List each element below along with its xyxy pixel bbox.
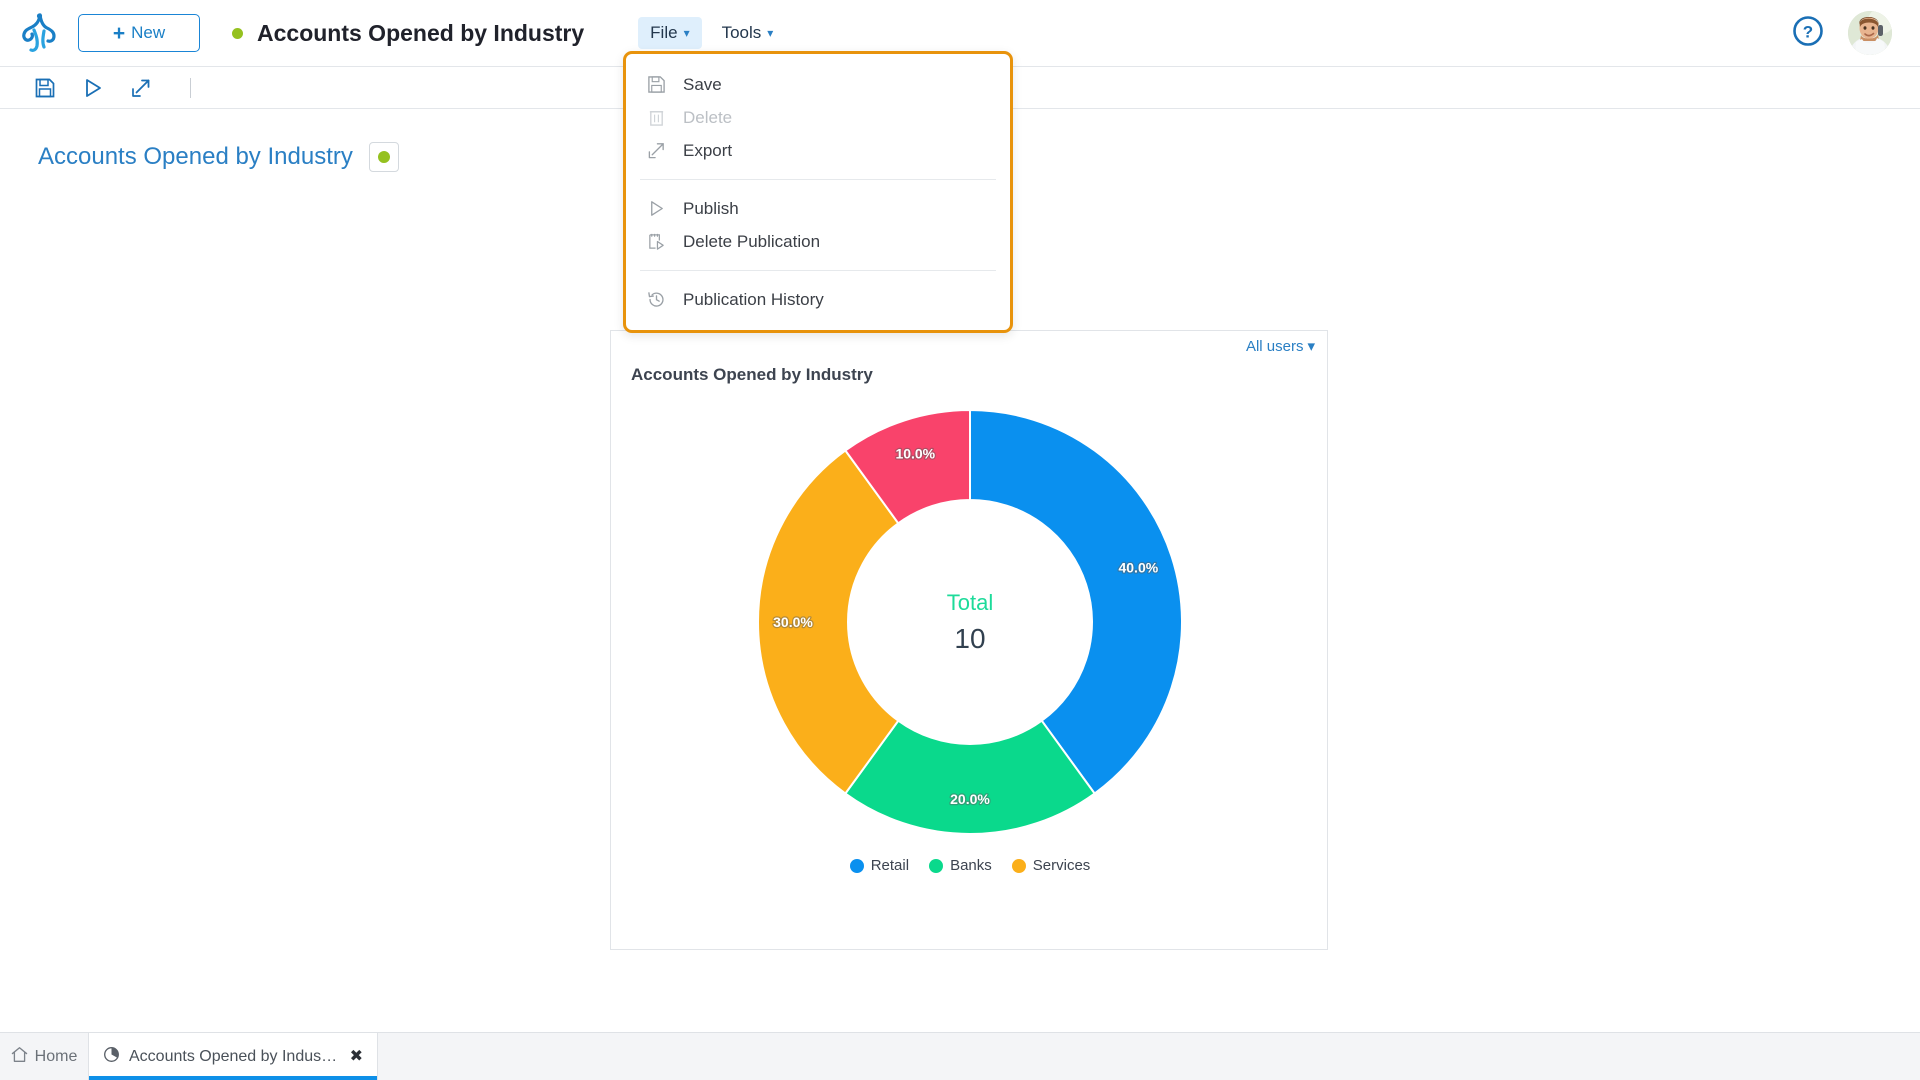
plus-icon: + (113, 23, 125, 44)
legend-color-dot (1012, 859, 1026, 873)
close-icon[interactable]: ✖ (350, 1049, 363, 1065)
menu-item-delete-label: Delete (683, 108, 732, 128)
chevron-down-icon: ▾ (767, 26, 773, 40)
file-menu-dropdown: Save Delete (623, 51, 1013, 333)
menu-item-save[interactable]: Save (626, 68, 1010, 101)
slice-percent-label: 20.0% (950, 791, 990, 807)
menu-item-delete-publication-label: Delete Publication (683, 232, 820, 252)
document-title: Accounts Opened by Industry (257, 20, 584, 47)
legend-item[interactable]: Services (1012, 857, 1091, 874)
menu-divider (640, 179, 996, 180)
page-title-row: Accounts Opened by Industry (38, 142, 399, 172)
slice-percent-label: 30.0% (773, 614, 813, 630)
home-icon (11, 1046, 28, 1068)
new-button-label: New (131, 23, 165, 43)
app-logo[interactable] (0, 13, 78, 53)
legend-item[interactable]: Banks (929, 857, 992, 874)
menu-item-delete-publication[interactable]: Delete Publication (626, 225, 1010, 258)
menu-item-publication-history-label: Publication History (683, 290, 824, 310)
file-menu-group-publication: Publish Delete Publication (626, 188, 1010, 262)
document-status-dot (232, 28, 243, 39)
file-menu-group-history: Publication History (626, 279, 1010, 320)
menu-item-export-label: Export (683, 141, 732, 161)
legend-label: Services (1033, 857, 1091, 874)
chart-panel-toolbar: All users ▾ (611, 331, 1327, 361)
all-users-label: All users (1246, 338, 1304, 355)
donut-svg[interactable]: 40.0% 20.0% 30.0% 10.0% Total 10 (620, 385, 1320, 855)
save-icon[interactable] (34, 77, 56, 99)
chevron-down-icon: ▾ (1307, 337, 1315, 355)
status-badge[interactable] (369, 142, 399, 172)
file-menu-group-document: Save Delete (626, 64, 1010, 171)
taskbar: Home Accounts Opened by Industry (MyA… ✖ (0, 1032, 1920, 1080)
donut-center-label: Total (947, 590, 993, 615)
menu-divider (640, 270, 996, 271)
legend-label: Retail (871, 857, 909, 874)
menu-file[interactable]: File ▾ (638, 17, 701, 49)
new-button[interactable]: + New (78, 14, 200, 52)
legend-color-dot (929, 859, 943, 873)
chart-area: 40.0% 20.0% 30.0% 10.0% Total 10 Retail Banks S… (611, 385, 1329, 905)
donut-chart: 40.0% 20.0% 30.0% 10.0% Total 10 (611, 385, 1329, 865)
toolbar-separator (190, 78, 191, 98)
menu-item-save-label: Save (683, 75, 722, 95)
floppy-disk-icon (646, 74, 667, 95)
legend-item[interactable]: Retail (850, 857, 909, 874)
pie-chart-icon (103, 1046, 120, 1068)
export-arrow-icon (646, 140, 667, 161)
chart-legend: Retail Banks Services (611, 857, 1329, 874)
slice-percent-label: 40.0% (1118, 559, 1158, 575)
menu-item-delete[interactable]: Delete (626, 101, 1010, 134)
top-bar-right: ? (1792, 11, 1920, 55)
menu-item-publication-history[interactable]: Publication History (626, 283, 1010, 316)
menu-item-export[interactable]: Export (626, 134, 1010, 167)
history-clock-icon (646, 289, 667, 310)
chevron-down-icon: ▾ (684, 26, 690, 40)
legend-label: Banks (950, 857, 992, 874)
frog-logo-icon (20, 13, 58, 53)
menu-item-publish[interactable]: Publish (626, 192, 1010, 225)
menu-tools-label: Tools (722, 23, 762, 43)
trash-icon (646, 107, 667, 128)
export-icon[interactable] (130, 77, 152, 99)
donut-center-value: 10 (954, 623, 985, 654)
slice-percent-label: 10.0% (895, 446, 935, 462)
taskbar-home-button[interactable]: Home (0, 1033, 88, 1080)
legend-color-dot (850, 859, 864, 873)
run-icon[interactable] (82, 77, 104, 99)
user-avatar[interactable] (1848, 11, 1892, 55)
help-circle-icon[interactable]: ? (1792, 15, 1824, 52)
menu-item-publish-label: Publish (683, 199, 739, 219)
taskbar-tab-active[interactable]: Accounts Opened by Industry (MyA… ✖ (88, 1033, 378, 1080)
page-title: Accounts Opened by Industry (38, 143, 353, 171)
chart-title: Accounts Opened by Industry (611, 365, 1327, 385)
status-dot-icon (378, 151, 390, 163)
unpublish-icon (646, 231, 667, 252)
menu-file-label: File (650, 23, 677, 43)
taskbar-home-label: Home (35, 1048, 78, 1066)
chart-panel: All users ▾ Accounts Opened by Industry … (610, 330, 1328, 950)
taskbar-tab-label: Accounts Opened by Industry (MyA… (129, 1048, 341, 1066)
menu-bar: File ▾ Tools ▾ (638, 17, 785, 49)
all-users-filter[interactable]: All users ▾ (1246, 337, 1315, 355)
menu-tools[interactable]: Tools ▾ (710, 17, 786, 49)
donut-slice[interactable] (970, 410, 1182, 794)
play-triangle-icon (646, 198, 667, 219)
svg-text:?: ? (1803, 22, 1813, 41)
